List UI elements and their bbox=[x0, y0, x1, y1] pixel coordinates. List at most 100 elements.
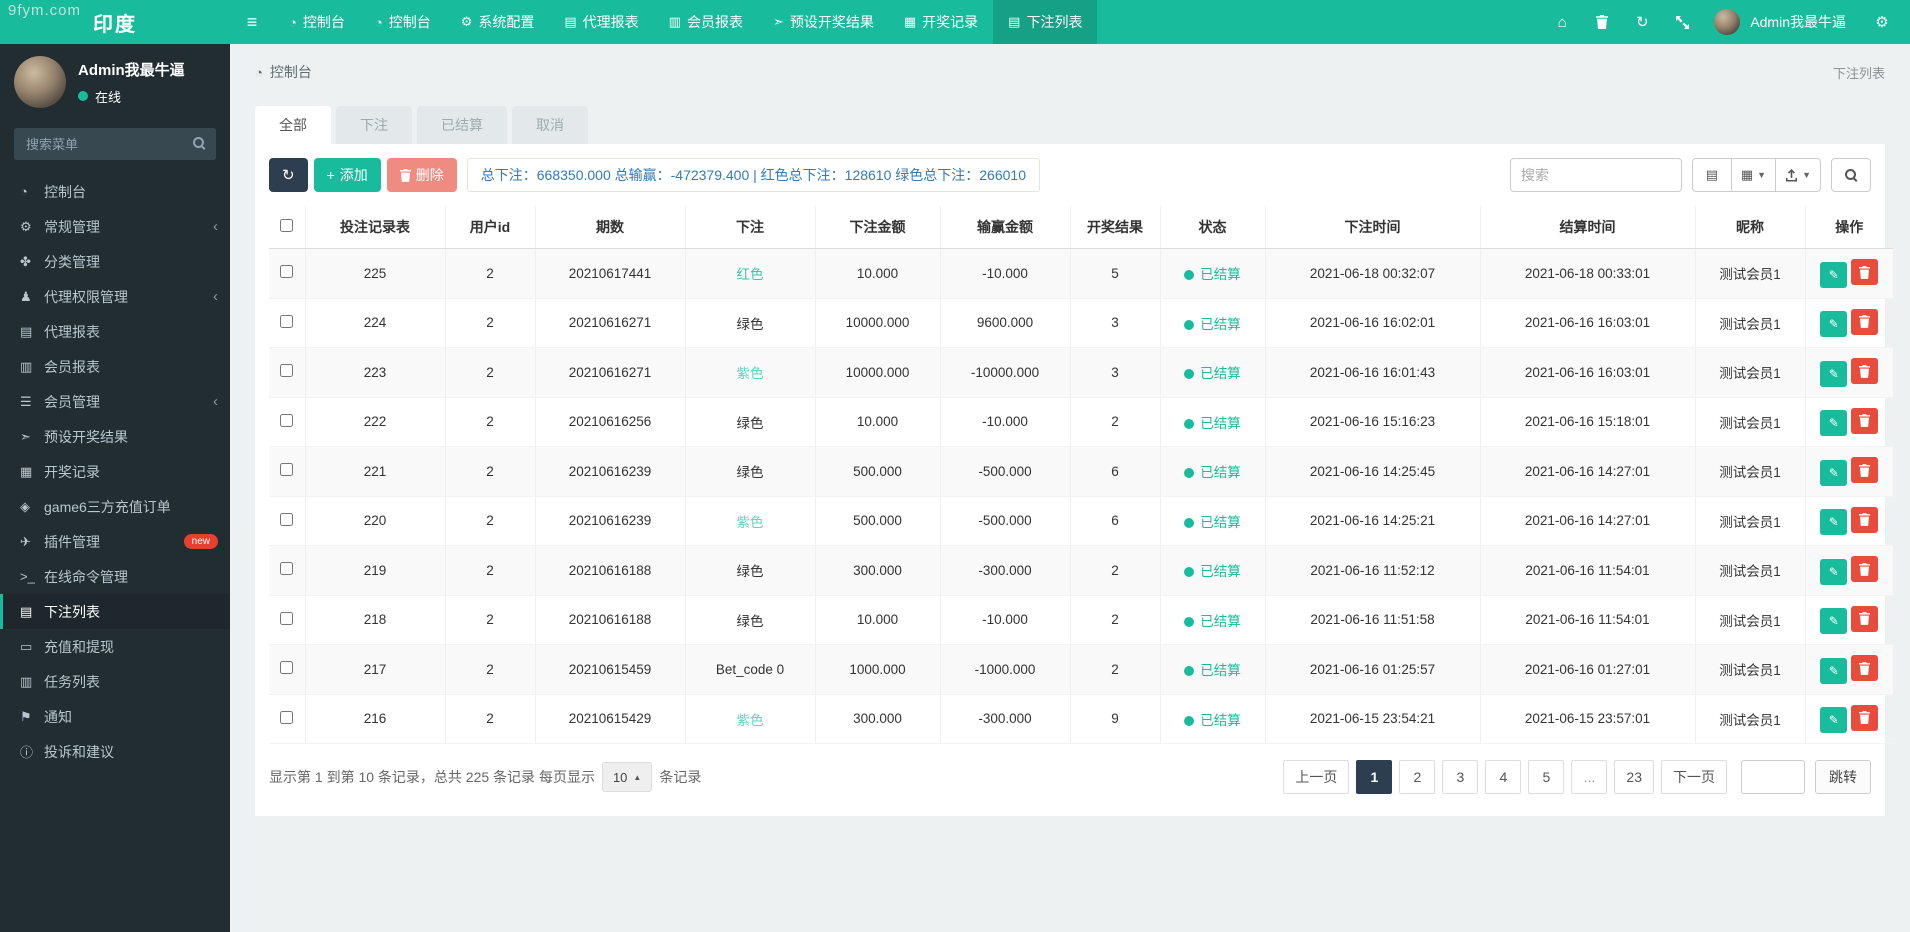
export-button[interactable]: ▼ bbox=[1776, 158, 1821, 192]
page-item-5[interactable]: 5 bbox=[1528, 760, 1565, 794]
sidebar-item-4[interactable]: ▤ 代理报表 bbox=[0, 314, 230, 349]
tab-2[interactable]: 已结算 bbox=[417, 106, 507, 144]
select-all-checkbox[interactable] bbox=[280, 219, 294, 232]
row-checkbox[interactable] bbox=[280, 413, 294, 427]
edit-row-button[interactable]: ✎ bbox=[1820, 558, 1848, 585]
edit-row-button[interactable]: ✎ bbox=[1820, 509, 1848, 535]
page-item-下一页[interactable]: 下一页 bbox=[1661, 760, 1727, 794]
nav-item-0[interactable]: ◔ 控制台 bbox=[274, 0, 360, 44]
sidebar-item-5[interactable]: ▥ 会员报表 bbox=[0, 349, 230, 384]
row-checkbox[interactable] bbox=[280, 364, 294, 378]
page-item-...[interactable]: ... bbox=[1571, 760, 1608, 794]
sidebar-item-16[interactable]: ⓘ 投诉和建议 bbox=[0, 734, 230, 769]
nav-item-7[interactable]: ▤ 下注列表 bbox=[993, 0, 1098, 44]
row-checkbox[interactable] bbox=[280, 512, 294, 526]
tab-3[interactable]: 取消 bbox=[512, 106, 588, 144]
edit-row-button[interactable]: ✎ bbox=[1820, 707, 1848, 733]
jump-button[interactable]: 跳转 bbox=[1815, 760, 1871, 794]
jump-page-input[interactable] bbox=[1741, 760, 1805, 794]
sidebar-item-14[interactable]: ▥ 任务列表 bbox=[0, 664, 230, 699]
row-checkbox[interactable] bbox=[280, 661, 294, 675]
edit-row-button[interactable]: ✎ bbox=[1820, 459, 1848, 486]
page-item-2[interactable]: 2 bbox=[1399, 760, 1436, 794]
row-checkbox[interactable] bbox=[280, 611, 294, 625]
tab-0[interactable]: 全部 bbox=[255, 106, 331, 144]
page-item-4[interactable]: 4 bbox=[1485, 760, 1522, 794]
delete-row-button[interactable] bbox=[1851, 259, 1879, 285]
sidebar-item-0[interactable]: ◔ 控制台 bbox=[0, 174, 230, 209]
sidebar-item-1[interactable]: ⚙ 常规管理 ‹ bbox=[0, 209, 230, 244]
edit-row-button[interactable]: ✎ bbox=[1820, 261, 1848, 288]
menu-search-input[interactable] bbox=[14, 128, 216, 160]
columns-button[interactable]: ▦ ▼ bbox=[1731, 158, 1777, 192]
sidebar-item-12[interactable]: ▤ 下注列表 bbox=[0, 594, 230, 629]
row-checkbox[interactable] bbox=[280, 265, 294, 279]
breadcrumb-left[interactable]: 控制台 bbox=[270, 62, 312, 82]
delete-row-button[interactable] bbox=[1851, 308, 1879, 335]
result-cell: 3 bbox=[1069, 298, 1160, 348]
refresh-button[interactable]: ↻ bbox=[269, 158, 308, 192]
delete-row-button[interactable] bbox=[1851, 655, 1879, 681]
sidebar-toggle-icon[interactable]: ≡ bbox=[230, 0, 274, 44]
columns-icon: ▦ bbox=[1740, 167, 1754, 182]
sidebar-item-15[interactable]: ⚑ 通知 bbox=[0, 699, 230, 734]
sidebar-item-8[interactable]: ▦ 开奖记录 bbox=[0, 454, 230, 489]
nav-item-6[interactable]: ▦ 开奖记录 bbox=[889, 0, 993, 44]
delete-row-button[interactable] bbox=[1851, 556, 1879, 582]
delete-button[interactable]: 删除 bbox=[386, 158, 457, 192]
edit-row-button[interactable]: ✎ bbox=[1820, 311, 1848, 337]
sidebar-item-7[interactable]: ➣ 预设开奖结果 bbox=[0, 419, 230, 454]
edit-row-button[interactable]: ✎ bbox=[1820, 410, 1848, 436]
delete-row-button[interactable] bbox=[1851, 605, 1879, 632]
add-button[interactable]: + 添加 bbox=[313, 158, 381, 192]
page-item-上一页[interactable]: 上一页 bbox=[1283, 760, 1350, 794]
row-checkbox[interactable] bbox=[280, 562, 294, 576]
delete-row-button[interactable] bbox=[1851, 506, 1879, 533]
row-checkbox[interactable] bbox=[280, 710, 294, 724]
settings-gear-icon[interactable]: ⚙ bbox=[1864, 0, 1900, 44]
page-size-select[interactable]: 10 ▲ bbox=[601, 762, 653, 792]
delete-row-button[interactable] bbox=[1851, 358, 1879, 384]
nav-item-1[interactable]: ◔ 控制台 bbox=[360, 0, 446, 44]
sidebar-item-2[interactable]: ✤ 分类管理 bbox=[0, 244, 230, 279]
user-avatar[interactable] bbox=[1714, 9, 1741, 35]
sidebar-item-label: 代理报表 bbox=[44, 323, 100, 340]
sidebar-item-10[interactable]: ✈ 插件管理 new bbox=[0, 524, 230, 559]
nav-item-4[interactable]: ▥ 会员报表 bbox=[654, 0, 758, 44]
sidebar-item-11[interactable]: >_ 在线命令管理 bbox=[0, 559, 230, 594]
history-icon[interactable]: ↻ bbox=[1624, 0, 1660, 44]
delete-row-button[interactable] bbox=[1851, 457, 1879, 483]
delete-row-button[interactable] bbox=[1851, 704, 1879, 731]
edit-row-button[interactable]: ✎ bbox=[1820, 608, 1848, 634]
nav-item-3[interactable]: ▤ 代理报表 bbox=[549, 0, 653, 44]
home-icon[interactable]: ⌂ bbox=[1544, 0, 1580, 44]
sidebar-item-3[interactable]: ♟ 代理权限管理 ‹ bbox=[0, 279, 230, 314]
trash-icon[interactable] bbox=[1584, 0, 1620, 44]
search-button[interactable] bbox=[1831, 158, 1871, 192]
nickname-cell: 测试会员1 bbox=[1694, 298, 1805, 348]
table-search-input[interactable] bbox=[1509, 158, 1682, 192]
nav-item-2[interactable]: ⚙ 系统配置 bbox=[446, 0, 550, 44]
sidebar-item-6[interactable]: ☰ 会员管理 ‹ bbox=[0, 384, 230, 419]
detail-view-button[interactable]: ▤ bbox=[1691, 158, 1732, 192]
status-dot-icon bbox=[1184, 468, 1195, 479]
page-item-3[interactable]: 3 bbox=[1442, 760, 1479, 794]
page-item-1[interactable]: 1 bbox=[1356, 760, 1393, 794]
user-id-cell: 2 bbox=[444, 347, 535, 398]
page-item-23[interactable]: 23 bbox=[1614, 760, 1654, 794]
nav-item-5[interactable]: ➣ 预设开奖结果 bbox=[758, 0, 889, 44]
row-checkbox[interactable] bbox=[280, 463, 294, 477]
sidebar-item-9[interactable]: ◈ game6三方充值订单 bbox=[0, 489, 230, 524]
navbar-username[interactable]: Admin我最牛逼 bbox=[1750, 12, 1846, 32]
edit-row-button[interactable]: ✎ bbox=[1820, 657, 1848, 684]
winloss-cell: -500.000 bbox=[939, 446, 1070, 497]
edit-row-button[interactable]: ✎ bbox=[1820, 360, 1848, 387]
sidebar-item-13[interactable]: ▭ 充值和提现 bbox=[0, 629, 230, 664]
bet-cell: 红色 bbox=[684, 248, 815, 299]
fullscreen-icon[interactable] bbox=[1664, 0, 1700, 44]
search-icon[interactable] bbox=[193, 137, 206, 150]
delete-row-button[interactable] bbox=[1851, 407, 1879, 434]
tab-1[interactable]: 下注 bbox=[336, 106, 412, 144]
checkbox-cell bbox=[269, 644, 305, 695]
row-checkbox[interactable] bbox=[280, 314, 294, 328]
